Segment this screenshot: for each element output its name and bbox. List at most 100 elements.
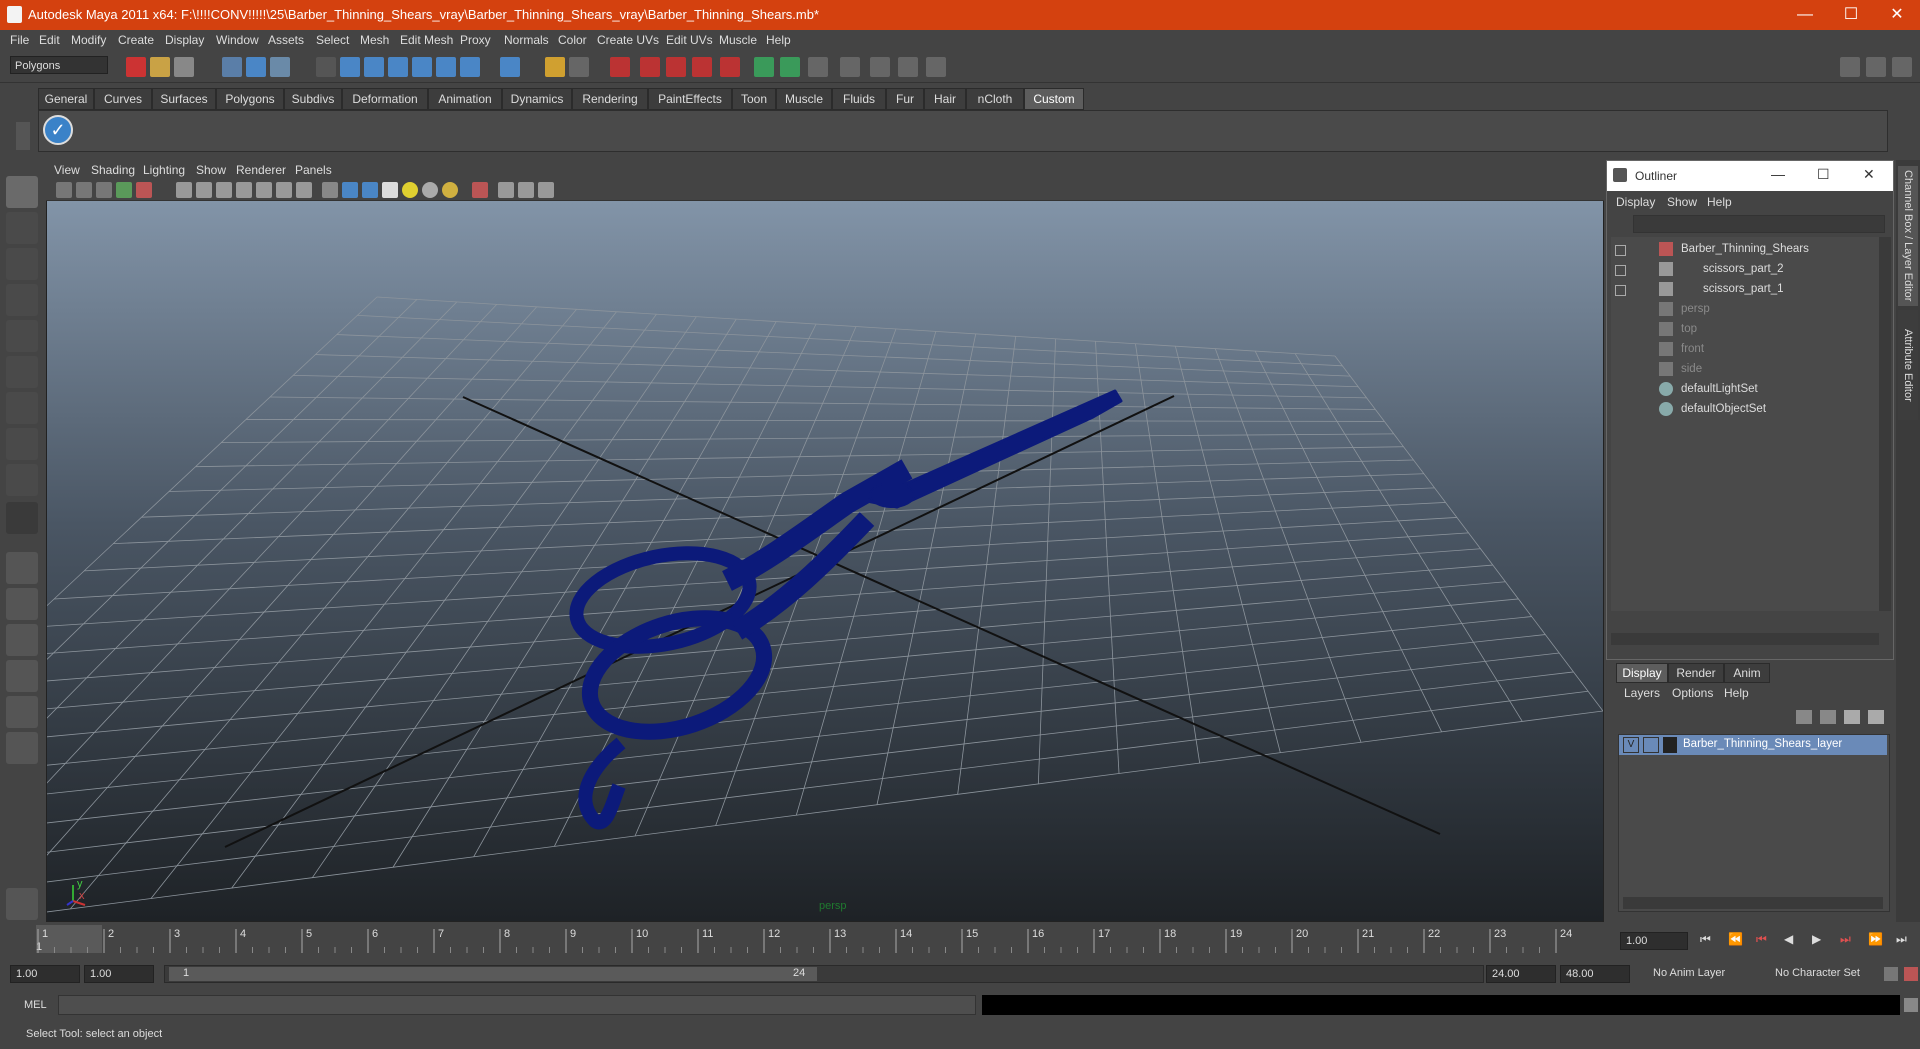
- tab-curves[interactable]: Curves: [94, 88, 152, 110]
- outliner-horizontal-scrollbar[interactable]: [1611, 633, 1879, 645]
- two-d-pan-icon[interactable]: [136, 182, 152, 198]
- save-scene-icon[interactable]: [174, 57, 194, 77]
- outliner-item[interactable]: top: [1681, 323, 1697, 335]
- layer-tab-display[interactable]: Display: [1616, 663, 1668, 683]
- select-object-icon[interactable]: [246, 57, 266, 77]
- layer-menu-layers[interactable]: Layers: [1624, 686, 1660, 700]
- viewport-menu-renderer[interactable]: Renderer: [236, 163, 286, 177]
- step-forward-key-icon[interactable]: ⏭: [1840, 932, 1851, 947]
- wireframe-on-shaded-icon[interactable]: [362, 182, 378, 198]
- layout-two-icon[interactable]: [1866, 57, 1886, 77]
- wireframe-icon[interactable]: [322, 182, 338, 198]
- layout-persp-graph-icon[interactable]: [6, 696, 38, 728]
- outliner-vertical-scrollbar[interactable]: [1879, 237, 1891, 611]
- shadows-icon[interactable]: [422, 182, 438, 198]
- tab-deformation[interactable]: Deformation: [342, 88, 428, 110]
- field-chart-icon[interactable]: [256, 182, 272, 198]
- image-plane-icon[interactable]: [116, 182, 132, 198]
- isolate-select-icon[interactable]: [472, 182, 488, 198]
- lasso-tool-icon[interactable]: [6, 212, 38, 244]
- question-icon[interactable]: [500, 57, 520, 77]
- film-gate-icon[interactable]: [196, 182, 212, 198]
- new-empty-layer-icon[interactable]: [1796, 710, 1812, 724]
- viewport-menu-shading[interactable]: Shading: [91, 163, 135, 177]
- xray-icon[interactable]: [498, 182, 514, 198]
- viewport-menu-show[interactable]: Show: [196, 163, 226, 177]
- menu-create-uvs[interactable]: Create UVs: [597, 33, 659, 47]
- use-default-lights-icon[interactable]: [402, 182, 418, 198]
- menu-modify[interactable]: Modify: [71, 33, 106, 47]
- hypergraph-icon[interactable]: [926, 57, 946, 77]
- snap-grid-icon[interactable]: [340, 57, 360, 77]
- command-language-label[interactable]: MEL: [24, 999, 47, 1011]
- menu-select[interactable]: Select: [316, 33, 349, 47]
- range-slider-handle[interactable]: 1 24: [169, 967, 817, 981]
- menu-set-dropdown[interactable]: Polygons: [10, 56, 108, 74]
- textured-icon[interactable]: [382, 182, 398, 198]
- layer-option-icon[interactable]: [1844, 710, 1860, 724]
- command-input[interactable]: [58, 995, 976, 1015]
- layer-tab-render[interactable]: Render: [1668, 663, 1724, 683]
- last-tool-icon[interactable]: [6, 502, 38, 534]
- layout-hypershade-icon[interactable]: [6, 732, 38, 764]
- step-forward-frame-icon[interactable]: ⏩: [1868, 932, 1883, 946]
- playback-end-field[interactable]: 24.00: [1486, 965, 1556, 983]
- viewport-menu-view[interactable]: View: [54, 163, 80, 177]
- step-back-key-icon[interactable]: ⏮: [1756, 932, 1767, 947]
- safe-title-icon[interactable]: [296, 182, 312, 198]
- menu-proxy[interactable]: Proxy: [460, 33, 491, 47]
- shelf-menu-handle[interactable]: [16, 122, 30, 150]
- quick-layout-icon[interactable]: [6, 888, 38, 920]
- resolution-gate-icon[interactable]: [216, 182, 232, 198]
- attribute-toggle-icon[interactable]: [780, 57, 800, 77]
- expand-icon[interactable]: [1615, 265, 1626, 276]
- anim-layer-dropdown[interactable]: No Anim Layer: [1648, 965, 1758, 983]
- xray-joints-icon[interactable]: [518, 182, 534, 198]
- play-forwards-icon[interactable]: ▶: [1812, 932, 1821, 946]
- perspective-scene[interactable]: y x persp: [47, 201, 1603, 921]
- dope-sheet-icon[interactable]: [898, 57, 918, 77]
- layer-tab-anim[interactable]: Anim: [1724, 663, 1770, 683]
- outliner-filter-input[interactable]: [1633, 215, 1885, 233]
- animation-preferences-icon[interactable]: [1904, 967, 1918, 981]
- lock-selection-icon[interactable]: [316, 57, 336, 77]
- ipr-render-icon[interactable]: [640, 57, 660, 77]
- open-scene-icon[interactable]: [150, 57, 170, 77]
- range-slider-track[interactable]: 1 24: [164, 965, 1484, 983]
- menu-edit-mesh[interactable]: Edit Mesh: [400, 33, 453, 47]
- outliner-maximize-button[interactable]: ☐: [1817, 166, 1830, 183]
- scale-tool-icon[interactable]: [6, 356, 38, 388]
- tab-channel-box-layer-editor[interactable]: Channel Box / Layer Editor: [1898, 166, 1918, 306]
- viewport-menu-lighting[interactable]: Lighting: [143, 163, 185, 177]
- tab-muscle[interactable]: Muscle: [776, 88, 832, 110]
- render-current-icon[interactable]: [610, 57, 630, 77]
- xray-active-icon[interactable]: [538, 182, 554, 198]
- viewport-menu-panels[interactable]: Panels: [295, 163, 332, 177]
- camera-select-icon[interactable]: [56, 182, 72, 198]
- layer-type-toggle[interactable]: [1643, 737, 1659, 753]
- tab-subdivs[interactable]: Subdivs: [284, 88, 342, 110]
- select-component-icon[interactable]: [270, 57, 290, 77]
- camera-attr-icon[interactable]: [76, 182, 92, 198]
- layer-option-icon[interactable]: [1868, 710, 1884, 724]
- new-scene-icon[interactable]: [126, 57, 146, 77]
- outliner-menu-display[interactable]: Display: [1616, 195, 1655, 209]
- snap-view-icon[interactable]: [412, 57, 432, 77]
- menu-create[interactable]: Create: [118, 33, 154, 47]
- outliner-toggle-icon[interactable]: [840, 57, 860, 77]
- playback-start-field[interactable]: 1.00: [84, 965, 154, 983]
- tab-hair[interactable]: Hair: [924, 88, 966, 110]
- tool-settings-icon[interactable]: [808, 57, 828, 77]
- menu-normals[interactable]: Normals: [504, 33, 549, 47]
- snap-live-icon[interactable]: [460, 57, 480, 77]
- menu-assets[interactable]: Assets: [268, 33, 304, 47]
- tab-animation[interactable]: Animation: [428, 88, 502, 110]
- layout-two-pane-icon[interactable]: [6, 624, 38, 656]
- snap-curve-icon[interactable]: [364, 57, 384, 77]
- minimize-button[interactable]: —: [1782, 0, 1828, 30]
- snap-point-icon[interactable]: [388, 57, 408, 77]
- select-tool-icon[interactable]: [6, 176, 38, 208]
- animation-start-field[interactable]: 1.00: [10, 965, 80, 983]
- menu-display[interactable]: Display: [165, 33, 204, 47]
- outliner-item[interactable]: scissors_part_1: [1703, 283, 1784, 295]
